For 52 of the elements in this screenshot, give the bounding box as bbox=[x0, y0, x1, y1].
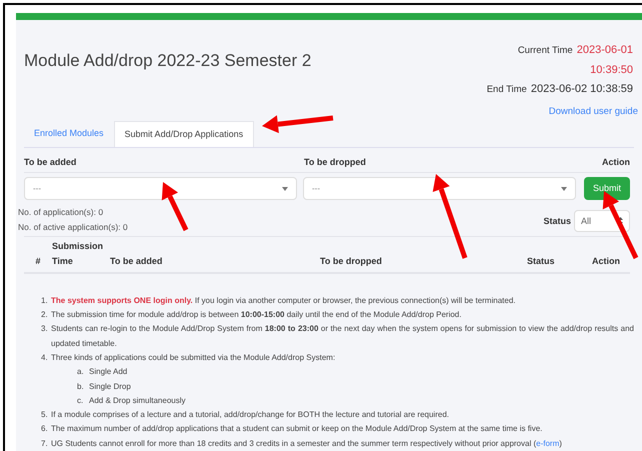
list-number: 2. bbox=[41, 309, 49, 322]
instruction-text: The system supports ONE login only. If you login via another computer or browser, the previous connection(s) will be terminated. bbox=[51, 294, 516, 307]
submit-button[interactable]: Submit bbox=[584, 177, 630, 200]
list-number: 1. bbox=[41, 294, 49, 307]
list-number: 6. bbox=[41, 423, 49, 436]
instruction-text: The maximum number of add/drop applications that a student can submit or keep on the Module Add/Drop System at the same time is five. bbox=[51, 423, 544, 436]
download-guide-link[interactable]: Download user guide bbox=[548, 104, 638, 119]
column-header: # bbox=[34, 255, 42, 268]
column-label: To be added bbox=[24, 156, 78, 169]
list-number: 3. bbox=[41, 323, 49, 336]
end-time-label: End Time bbox=[486, 83, 527, 97]
column-header: To be dropped bbox=[320, 255, 383, 268]
instruction-text: Three kinds of applications could be submitted via the Module Add/drop System: bbox=[51, 352, 336, 364]
application-count: No. of application(s): 0 bbox=[18, 206, 104, 219]
tab[interactable]: Submit Add/Drop Applications bbox=[114, 120, 254, 147]
module-select[interactable]: --- bbox=[24, 177, 297, 200]
column-header: Action bbox=[591, 255, 621, 268]
column-header: Submission Time bbox=[52, 240, 104, 268]
list-number: 4. bbox=[41, 352, 49, 364]
annotation-arrow bbox=[262, 115, 334, 134]
column-label: Action bbox=[601, 156, 630, 169]
list-letter: b. bbox=[77, 380, 85, 393]
column-header: To be added bbox=[110, 255, 164, 268]
application-count: No. of active application(s): 0 bbox=[18, 221, 128, 234]
instruction-text: If a module comprises of a lecture and a tutorial, add/drop/change for BOTH the lecture and tutorial are required. bbox=[51, 409, 450, 422]
status-select[interactable]: All bbox=[574, 210, 630, 232]
current-date: 2023-06-01 bbox=[576, 43, 633, 58]
application-kind: Add & Drop simultaneously bbox=[89, 394, 186, 407]
list-letter: a. bbox=[77, 366, 85, 378]
page-title: Module Add/drop 2022-23 Semester 2 bbox=[24, 50, 312, 72]
list-letter: c. bbox=[77, 394, 84, 407]
column-header: Status bbox=[527, 255, 556, 268]
end-time: 2023-06-02 10:38:59 bbox=[530, 82, 633, 97]
column-label: To be dropped bbox=[304, 156, 367, 169]
list-number: 7. bbox=[41, 438, 49, 450]
current-time-label: Current Time bbox=[518, 44, 573, 58]
current-time: 10:39:50 bbox=[590, 62, 633, 78]
instruction-text: Students can re-login to the Module Add/Drop System from 18:00 to 23:00 or the next day when the system opens for submission to view the add/drop results and updated timetable. bbox=[51, 323, 634, 350]
application-kind: Single Drop bbox=[89, 380, 131, 393]
status-label: Status bbox=[543, 214, 571, 228]
instruction-text: UG Students cannot enroll for more than 18 credits and 3 credits in a semester and the summer term respectively without prior approval (e-form) bbox=[51, 438, 563, 450]
dropdown-icon bbox=[561, 186, 567, 191]
dropdown-icon bbox=[282, 186, 288, 191]
annotation-arrow bbox=[162, 182, 188, 232]
eform-link[interactable]: e-form bbox=[536, 438, 560, 448]
sort-icon bbox=[618, 217, 623, 226]
annotation-arrow bbox=[602, 191, 638, 260]
tab[interactable]: Enrolled Modules bbox=[24, 120, 114, 147]
module-select[interactable]: --- bbox=[303, 177, 576, 200]
instruction-text: The submission time for module add/drop is between 10:00-15:00 daily until the end of the Module Add/drop Period. bbox=[51, 309, 462, 322]
application-kind: Single Add bbox=[89, 366, 128, 378]
list-number: 5. bbox=[41, 409, 49, 422]
